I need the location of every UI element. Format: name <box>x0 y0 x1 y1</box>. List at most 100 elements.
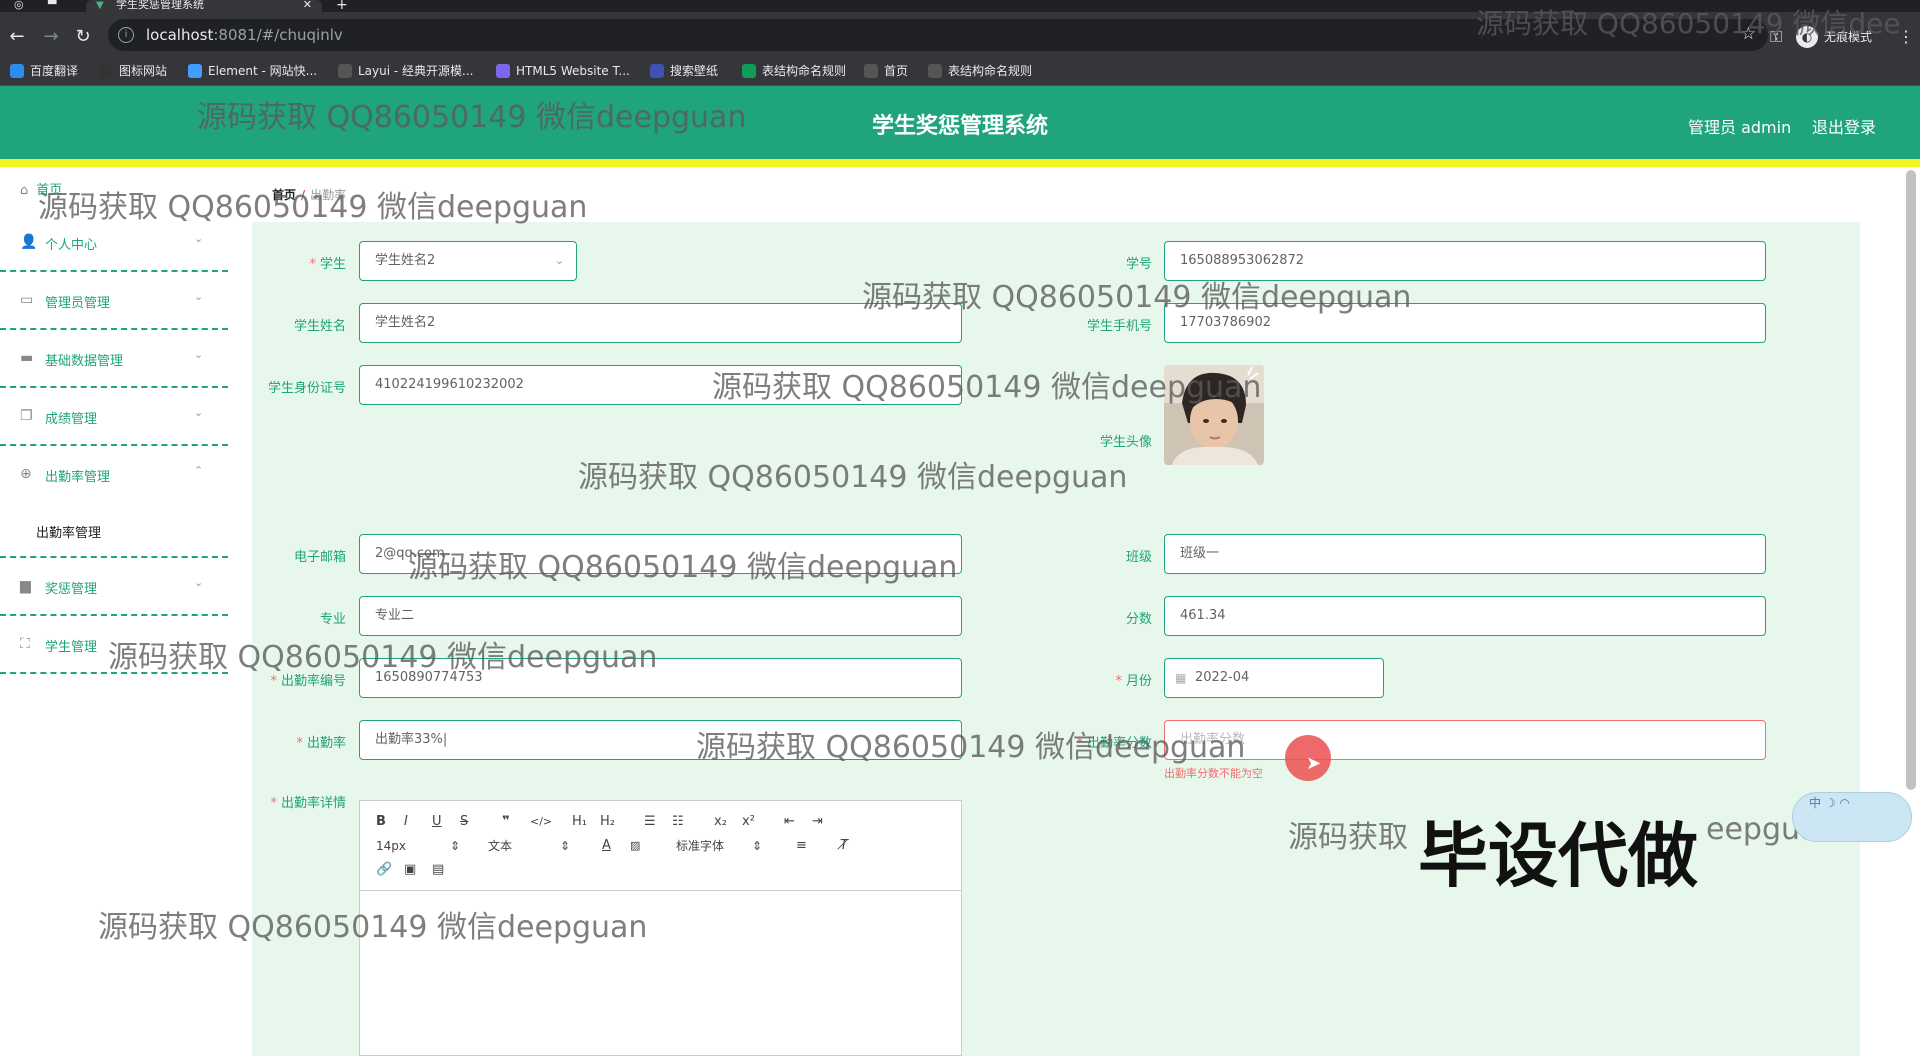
video-icon[interactable]: ▤ <box>432 861 444 879</box>
rate-score-label: * 出勤率分数 <box>1076 736 1152 751</box>
page-scrollbar[interactable] <box>1906 170 1916 790</box>
major-input[interactable]: 专业二 <box>359 596 962 636</box>
bookmark-item[interactable]: 百度翻译 <box>10 63 78 79</box>
image-icon[interactable]: ▣ <box>404 861 416 879</box>
italic-icon[interactable]: I <box>404 813 408 831</box>
record-no-input[interactable]: 1650890774753 <box>359 658 962 698</box>
superscript-icon[interactable]: x² <box>742 813 755 831</box>
rate-score-input[interactable]: 出勤率分数 <box>1164 720 1766 760</box>
app-header: 学生奖惩管理系统 管理员 admin 退出登录 <box>0 86 1920 159</box>
calendar-icon: ▦ <box>1175 671 1187 685</box>
align-icon[interactable]: ≡ <box>796 837 807 855</box>
breadcrumb-separator: / <box>301 188 306 202</box>
app-title: 学生奖惩管理系统 <box>871 114 1048 139</box>
month-label: * 月份 <box>1115 674 1152 689</box>
sidebar-item-personal-center[interactable]: 👤 个人中心 ⌄ <box>0 214 228 272</box>
code-block-icon[interactable]: </> <box>530 813 552 831</box>
tab-close-icon[interactable]: ✕ <box>303 0 312 10</box>
bookmark-item[interactable]: Element - 网站快... <box>188 63 317 79</box>
incognito-indicator[interactable]: ◐ 无痕模式 <box>1796 25 1872 49</box>
browser-menu-icon[interactable]: ◎ <box>14 0 24 10</box>
chevron-up-icon: ⌃ <box>194 464 204 477</box>
font-color-icon[interactable]: A <box>602 837 611 855</box>
chevron-down-icon: ⌄ <box>194 232 204 245</box>
underline-icon[interactable]: U <box>432 813 442 831</box>
student-name-input[interactable]: 学生姓名2 <box>359 303 962 343</box>
link-icon[interactable]: 🔗 <box>376 861 392 879</box>
sidebar-item-base-data[interactable]: ▬ 基础数据管理 ⌄ <box>0 330 228 388</box>
rich-text-editor[interactable]: B I U S ❞ </> H₁ H₂ ☰ ☷ x₂ x² ⇤ ⇥ 14px ⇕ … <box>359 800 962 1056</box>
reload-icon[interactable]: ↻ <box>72 26 94 48</box>
bookmark-item[interactable]: 搜索壁纸 <box>650 63 718 79</box>
fullscreen-icon: ⛶ <box>20 636 30 652</box>
bookmark-item[interactable]: 表结构命名规则 <box>742 63 846 79</box>
sidebar-item-reward-punish[interactable]: ▆ 奖惩管理 ⌄ <box>0 558 228 616</box>
student-avatar-image[interactable] <box>1164 365 1264 465</box>
breadcrumb-home[interactable]: 首页 <box>272 188 296 202</box>
score-input[interactable]: 461.34 <box>1164 596 1766 636</box>
rate-score-error: 出勤率分数不能为空 <box>1164 767 1263 780</box>
email-input[interactable]: 2@qq.com <box>359 534 962 574</box>
tab-search-icon[interactable]: ▀ <box>48 0 56 10</box>
strikethrough-icon[interactable]: S <box>460 813 468 831</box>
bookmark-item[interactable]: 首页 <box>864 63 908 79</box>
select-arrow-icon: ⇕ <box>560 839 571 853</box>
sidebar-item-score-management[interactable]: ❐ 成绩管理 ⌄ <box>0 388 228 446</box>
font-size-select[interactable]: 14px ⇕ <box>376 837 460 855</box>
bookmark-favicon-icon <box>188 64 202 78</box>
site-info-icon[interactable]: i <box>118 27 134 43</box>
subscript-icon[interactable]: x₂ <box>714 813 727 831</box>
address-bar[interactable]: i localhost:8081/#/chuqinlv ☆ <box>108 19 1768 51</box>
globe-icon: ⊕ <box>20 466 32 482</box>
bookmark-star-icon[interactable]: ☆ <box>1741 24 1756 44</box>
browser-tab[interactable]: ▼ 学生奖惩管理系统 ✕ <box>86 0 322 12</box>
heading1-icon[interactable]: H₁ <box>572 813 587 831</box>
idcard-input[interactable]: 410224199610232002 <box>359 365 962 405</box>
user-icon: 👤 <box>20 234 38 250</box>
heading2-icon[interactable]: H₂ <box>600 813 615 831</box>
sidebar-item-admin-management[interactable]: ▭ 管理员管理 ⌄ <box>0 272 228 330</box>
student-select[interactable]: 学生姓名2 ⌄ <box>359 241 577 281</box>
ordered-list-icon[interactable]: ☰ <box>644 813 656 831</box>
rate-input[interactable]: 出勤率33%| <box>359 720 962 760</box>
forward-arrow-icon[interactable]: → <box>40 26 62 48</box>
sidebar-item-home[interactable]: ⌂ 首页 <box>20 179 62 198</box>
chevron-down-icon: ⌄ <box>194 576 204 589</box>
editor-toolbar: B I U S ❞ </> H₁ H₂ ☰ ☷ x₂ x² ⇤ ⇥ 14px ⇕ … <box>360 801 961 891</box>
clear-format-icon[interactable]: T̸ <box>840 837 848 855</box>
key-icon[interactable]: ⚿ <box>1770 26 1782 48</box>
class-label: 班级 <box>1125 550 1152 565</box>
outdent-icon[interactable]: ⇤ <box>784 813 795 831</box>
select-arrow-icon: ⇕ <box>450 839 461 853</box>
student-no-label: 学号 <box>1125 257 1152 272</box>
more-menu-icon[interactable]: ⋮ <box>1898 26 1914 48</box>
sidebar-subitem-attendance[interactable]: 出勤率管理 <box>0 504 228 558</box>
promo-overlay-text: 毕设代做 <box>1418 815 1698 897</box>
back-arrow-icon[interactable]: ← <box>6 26 28 48</box>
font-family-select[interactable]: 标准字体 ⇕ <box>676 837 762 855</box>
printer-icon: ▆ <box>20 578 31 594</box>
home-icon: ⌂ <box>20 183 29 198</box>
bullet-list-icon[interactable]: ☷ <box>672 813 684 831</box>
bold-icon[interactable]: B <box>376 813 386 831</box>
breadcrumb: 首页 / 出勤率 <box>272 186 346 203</box>
new-tab-icon[interactable]: + <box>336 0 348 12</box>
phone-input[interactable]: 17703786902 <box>1164 303 1766 343</box>
text-type-select[interactable]: 文本 ⇕ <box>488 837 570 855</box>
ime-indicator[interactable]: 中 ☽ ◠ <box>1792 792 1912 842</box>
tab-title: 学生奖惩管理系统 <box>116 0 204 11</box>
month-picker[interactable]: ▦ 2022-04 <box>1164 658 1384 698</box>
blockquote-icon[interactable]: ❞ <box>502 813 510 831</box>
student-no-input[interactable]: 165088953062872 <box>1164 241 1766 281</box>
bookmark-item[interactable]: Layui - 经典开源模... <box>338 63 473 79</box>
bookmark-item[interactable]: 图标网站 <box>99 63 167 79</box>
background-color-icon[interactable]: ▨ <box>630 837 640 855</box>
bookmark-favicon-icon <box>928 64 942 78</box>
bookmark-item[interactable]: HTML5 Website T... <box>496 63 630 79</box>
indent-icon[interactable]: ⇥ <box>812 813 823 831</box>
sidebar-item-attendance[interactable]: ⊕ 出勤率管理 ⌃ <box>0 446 228 504</box>
class-input[interactable]: 班级一 <box>1164 534 1766 574</box>
logout-link[interactable]: 退出登录 <box>1812 114 1876 138</box>
sidebar-item-student-management[interactable]: ⛶ 学生管理 <box>0 616 228 674</box>
bookmark-item[interactable]: 表结构命名规则 <box>928 63 1032 79</box>
